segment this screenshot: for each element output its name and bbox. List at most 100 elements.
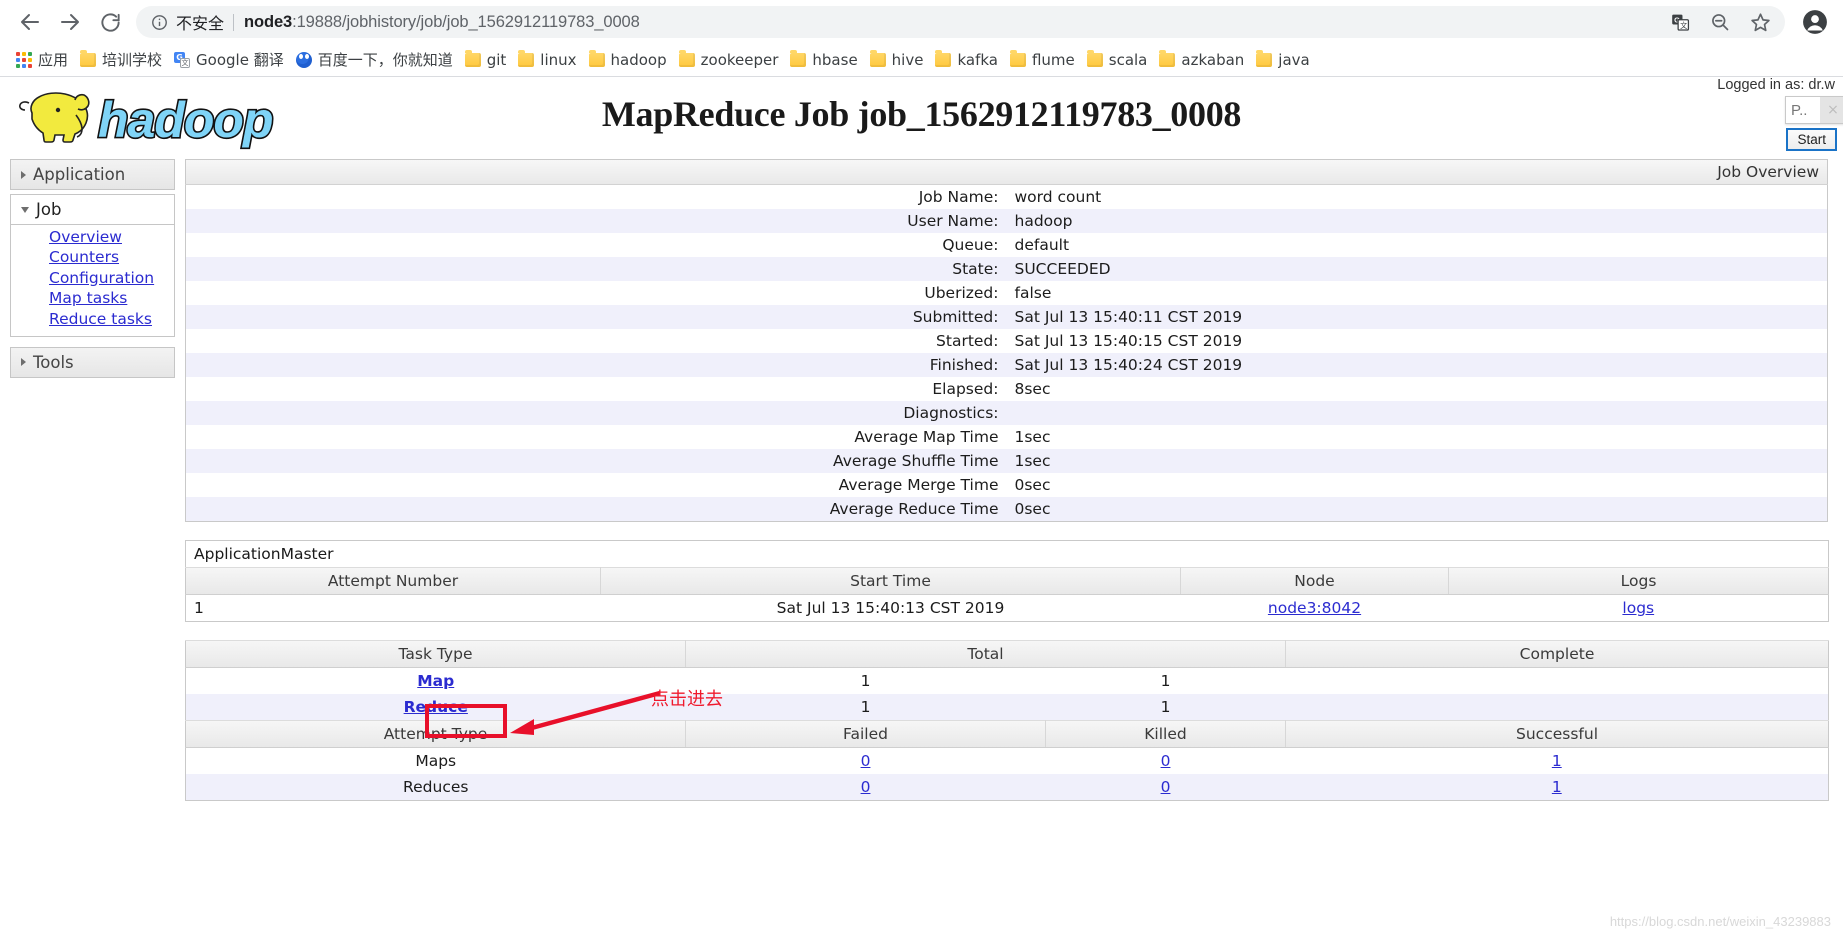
zoom-out-icon[interactable]: [1710, 12, 1730, 32]
column-header-failed[interactable]: Failed: [685, 720, 1046, 748]
reduces-killed-link[interactable]: 0: [1161, 778, 1171, 796]
profile-button[interactable]: [1797, 4, 1833, 40]
overview-value: hadoop: [1014, 212, 1073, 230]
table-row: User Name: hadoop: [185, 209, 1828, 233]
page-title: MapReduce Job job_1562912119783_0008: [601, 94, 1242, 134]
folder-icon: [1086, 50, 1103, 67]
bookmark-label: 百度一下，你就知道: [317, 50, 453, 69]
table-row: Diagnostics:: [185, 401, 1828, 425]
sidebar-item-counters[interactable]: Counters: [49, 248, 174, 269]
bookmark-item-zookeeper[interactable]: zookeeper: [675, 50, 787, 70]
maps-killed-link[interactable]: 0: [1161, 752, 1171, 770]
column-header-total[interactable]: Total: [685, 640, 1287, 668]
search-box[interactable]: ×: [1785, 96, 1843, 124]
back-button[interactable]: [10, 2, 50, 42]
attempt-killed-cell: 0: [1046, 774, 1286, 801]
map-task-link[interactable]: Map: [417, 672, 454, 690]
reduce-task-link[interactable]: Reduce: [404, 698, 468, 716]
forward-button[interactable]: [50, 2, 90, 42]
browser-chrome: 不安全 node3:19888/jobhistory/job/job_15629…: [0, 0, 1843, 77]
apps-grid-icon: [16, 52, 32, 68]
column-header-attempt-type[interactable]: Attempt Type: [185, 720, 686, 748]
folder-icon: [518, 50, 535, 67]
app-master-block: ApplicationMaster Attempt Number Start T…: [185, 540, 1843, 622]
bookmark-label: java: [1278, 50, 1310, 69]
bookmark-item-linux[interactable]: linux: [514, 50, 584, 70]
sidebar-section-job[interactable]: Job: [10, 194, 175, 225]
overview-key: State:: [952, 260, 999, 278]
forward-arrow-icon: [61, 14, 79, 30]
task-spacer-cell: [1286, 694, 1829, 721]
bookmark-item-hbase[interactable]: hbase: [786, 50, 865, 70]
bookmark-label: Google 翻译: [196, 50, 284, 69]
column-header-node[interactable]: Node: [1180, 567, 1449, 595]
page-content: hadoop MapReduce Job job_1562912119783_0…: [0, 77, 1843, 933]
attempt-type-cell: Reduces: [403, 778, 469, 796]
column-header-killed[interactable]: Killed: [1045, 720, 1287, 748]
svg-text:文: 文: [1680, 21, 1687, 30]
column-header-attempt-number[interactable]: Attempt Number: [185, 567, 601, 595]
bookmark-item-training[interactable]: 培训学校: [76, 50, 170, 70]
attempt-successful-cell: 1: [1286, 748, 1829, 775]
chevron-right-icon: [21, 358, 26, 366]
sidebar-section-tools[interactable]: Tools: [10, 346, 175, 378]
bookmark-star-icon[interactable]: [1750, 12, 1771, 33]
sidebar-section-application[interactable]: Application: [10, 159, 175, 190]
bookmark-item-baidu[interactable]: 百度一下，你就知道: [292, 50, 461, 70]
browser-toolbar: 不安全 node3:19888/jobhistory/job/job_15629…: [0, 0, 1843, 44]
sidebar-item-map-tasks[interactable]: Map tasks: [49, 289, 174, 310]
bookmark-item-java[interactable]: java: [1252, 50, 1317, 70]
bookmark-item-kafka[interactable]: kafka: [931, 50, 1006, 70]
tasks-block: Task Type Total Complete Map 1 1 Reduce …: [185, 640, 1843, 801]
sidebar-item-configuration[interactable]: Configuration: [49, 268, 174, 289]
bookmark-item-google-translate[interactable]: G文 Google 翻译: [170, 50, 292, 70]
clear-search-icon[interactable]: ×: [1820, 97, 1843, 123]
reduces-failed-link[interactable]: 0: [861, 778, 871, 796]
logs-link[interactable]: logs: [1622, 599, 1654, 617]
url-host: node3: [244, 12, 293, 31]
omnibox-divider: [233, 13, 235, 31]
bookmark-label: hbase: [812, 50, 858, 69]
column-header-logs[interactable]: Logs: [1448, 567, 1829, 595]
reload-button[interactable]: [90, 2, 130, 42]
sidebar-item-reduce-tasks[interactable]: Reduce tasks: [49, 309, 174, 330]
table-row: Started: Sat Jul 13 15:40:15 CST 2019: [186, 329, 1828, 353]
bookmark-item-hive[interactable]: hive: [866, 50, 932, 70]
table-row: Average Reduce Time 0sec: [185, 497, 1828, 522]
start-button[interactable]: Start: [1786, 128, 1837, 151]
bookmark-label: git: [486, 50, 507, 69]
site-info-icon[interactable]: [148, 11, 170, 33]
attempts-header-row: Attempt Type Failed Killed Successful: [185, 720, 1829, 748]
search-input[interactable]: [1786, 97, 1820, 123]
bookmark-item-apps[interactable]: 应用: [12, 50, 76, 70]
overview-value: false: [1014, 284, 1052, 302]
node-cell: node3:8042: [1181, 595, 1449, 622]
bookmark-item-hadoop[interactable]: hadoop: [585, 50, 675, 70]
column-header-complete[interactable]: Complete: [1285, 640, 1829, 668]
folder-icon: [588, 50, 605, 67]
column-header-successful[interactable]: Successful: [1285, 720, 1829, 748]
column-header-task-type[interactable]: Task Type: [185, 640, 686, 668]
sidebar-item-overview[interactable]: Overview: [49, 227, 174, 248]
bookmark-item-azkaban[interactable]: azkaban: [1155, 50, 1252, 70]
node-link[interactable]: node3:8042: [1268, 599, 1361, 617]
bookmark-item-flume[interactable]: flume: [1006, 50, 1083, 70]
bookmark-item-git[interactable]: git: [461, 50, 515, 70]
task-spacer-cell: [1286, 668, 1829, 695]
overview-value: Sat Jul 13 15:40:11 CST 2019: [1014, 308, 1243, 326]
overview-key: Average Map Time: [854, 428, 999, 446]
task-type-cell: Reduce: [186, 694, 686, 721]
reduces-successful-link[interactable]: 1: [1552, 778, 1562, 796]
table-row: Average Map Time 1sec: [186, 425, 1828, 449]
column-header-start-time[interactable]: Start Time: [600, 567, 1181, 595]
maps-successful-link[interactable]: 1: [1552, 752, 1562, 770]
task-type-cell: Map: [186, 668, 686, 695]
watermark-text: https://blog.csdn.net/weixin_43239883: [1609, 914, 1831, 929]
url-text: node3:19888/jobhistory/job/job_156291211…: [244, 13, 640, 32]
maps-failed-link[interactable]: 0: [861, 752, 871, 770]
translate-icon[interactable]: G 文: [1671, 13, 1690, 32]
reload-icon: [100, 12, 120, 32]
address-bar[interactable]: 不安全 node3:19888/jobhistory/job/job_15629…: [136, 6, 1785, 38]
tasks-table: Task Type Total Complete Map 1 1 Reduce …: [185, 640, 1830, 801]
bookmark-item-scala[interactable]: scala: [1083, 50, 1156, 70]
